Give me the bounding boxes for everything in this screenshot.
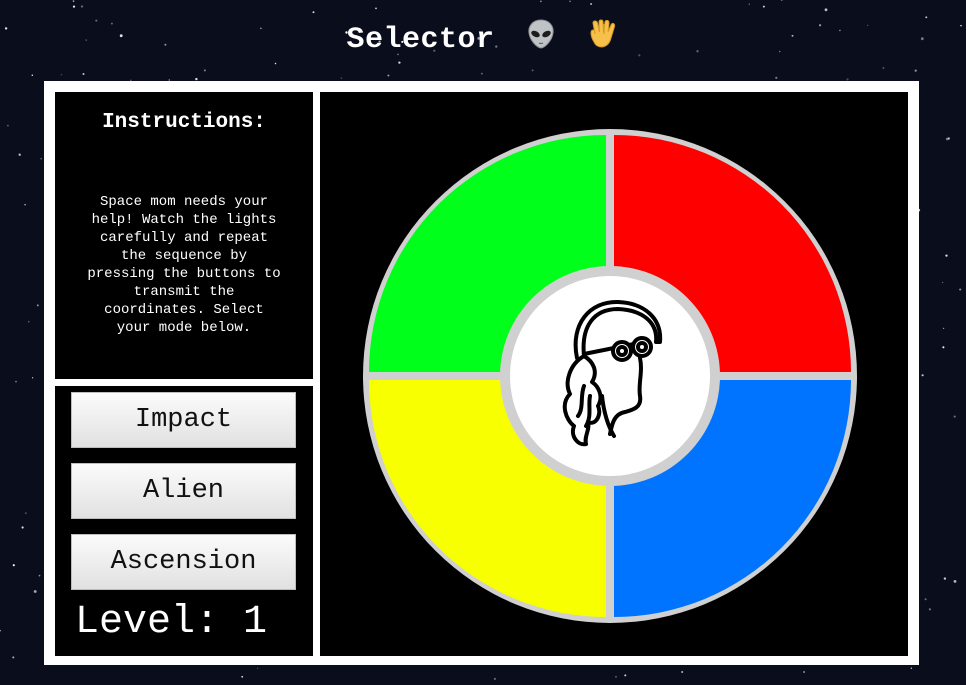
ascension-mode-button[interactable]: Ascension	[71, 534, 296, 590]
title-text: Selector	[346, 22, 495, 57]
instructions-text: Space mom needs your help! Watch the lig…	[87, 194, 281, 336]
mode-panel: Impact Alien Ascension Level: 1	[55, 386, 313, 656]
alien-icon	[527, 19, 555, 59]
instructions-heading: Instructions:	[102, 111, 266, 134]
page-title: Selector	[0, 18, 966, 60]
impact-mode-button[interactable]: Impact	[71, 392, 296, 448]
level-display: Level: 1	[75, 600, 268, 645]
vulcan-salute-icon	[588, 18, 620, 60]
center-hub	[510, 276, 710, 476]
instructions-panel: Instructions: Space mom needs your help!…	[55, 92, 313, 379]
alien-mode-button[interactable]: Alien	[71, 463, 296, 519]
game-frame: Instructions: Space mom needs your help!…	[44, 81, 919, 665]
game-board	[320, 92, 908, 656]
